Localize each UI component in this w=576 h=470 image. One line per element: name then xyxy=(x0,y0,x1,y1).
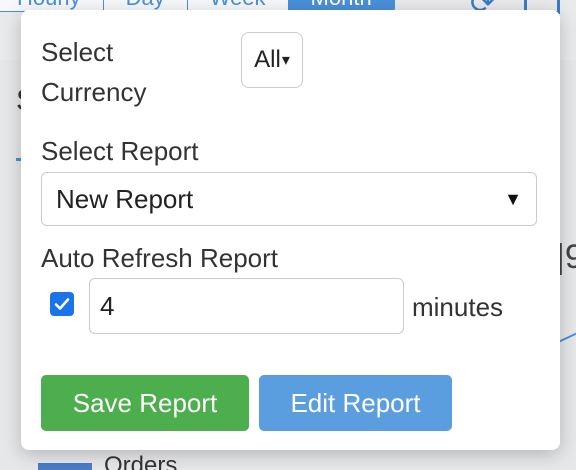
chevron-down-icon: ▾ xyxy=(281,52,290,69)
edit-report-button[interactable]: Edit Report xyxy=(259,375,452,431)
legend-label: Orders xyxy=(104,452,178,470)
report-settings-popup: Select Currency All ▾ Select Report New … xyxy=(21,10,560,450)
save-report-button[interactable]: Save Report xyxy=(41,375,249,431)
refresh-minutes-value: 4 xyxy=(100,290,115,321)
minutes-unit-label: minutes xyxy=(412,292,504,322)
currency-label-line2: Currency xyxy=(41,77,147,107)
report-select[interactable]: New Report ▼ xyxy=(41,172,537,226)
checkmark-icon xyxy=(54,298,70,310)
stage: Hourly Day Week Month ⟳ S |9 Orders Sele… xyxy=(0,0,576,470)
legend-swatch xyxy=(38,463,92,470)
currency-label-line1: Select xyxy=(41,37,114,67)
currency-select-value: All xyxy=(254,46,281,73)
currency-select[interactable]: All ▾ xyxy=(241,32,303,88)
auto-refresh-checkbox[interactable] xyxy=(50,292,74,316)
currency-label: Select Currency xyxy=(41,32,221,112)
report-label: Select Report xyxy=(41,136,199,166)
refresh-minutes-input[interactable]: 4 xyxy=(89,278,404,334)
dropdown-arrow-icon: ▼ xyxy=(504,188,522,209)
report-select-value: New Report xyxy=(56,183,194,214)
auto-refresh-label: Auto Refresh Report xyxy=(41,243,279,273)
